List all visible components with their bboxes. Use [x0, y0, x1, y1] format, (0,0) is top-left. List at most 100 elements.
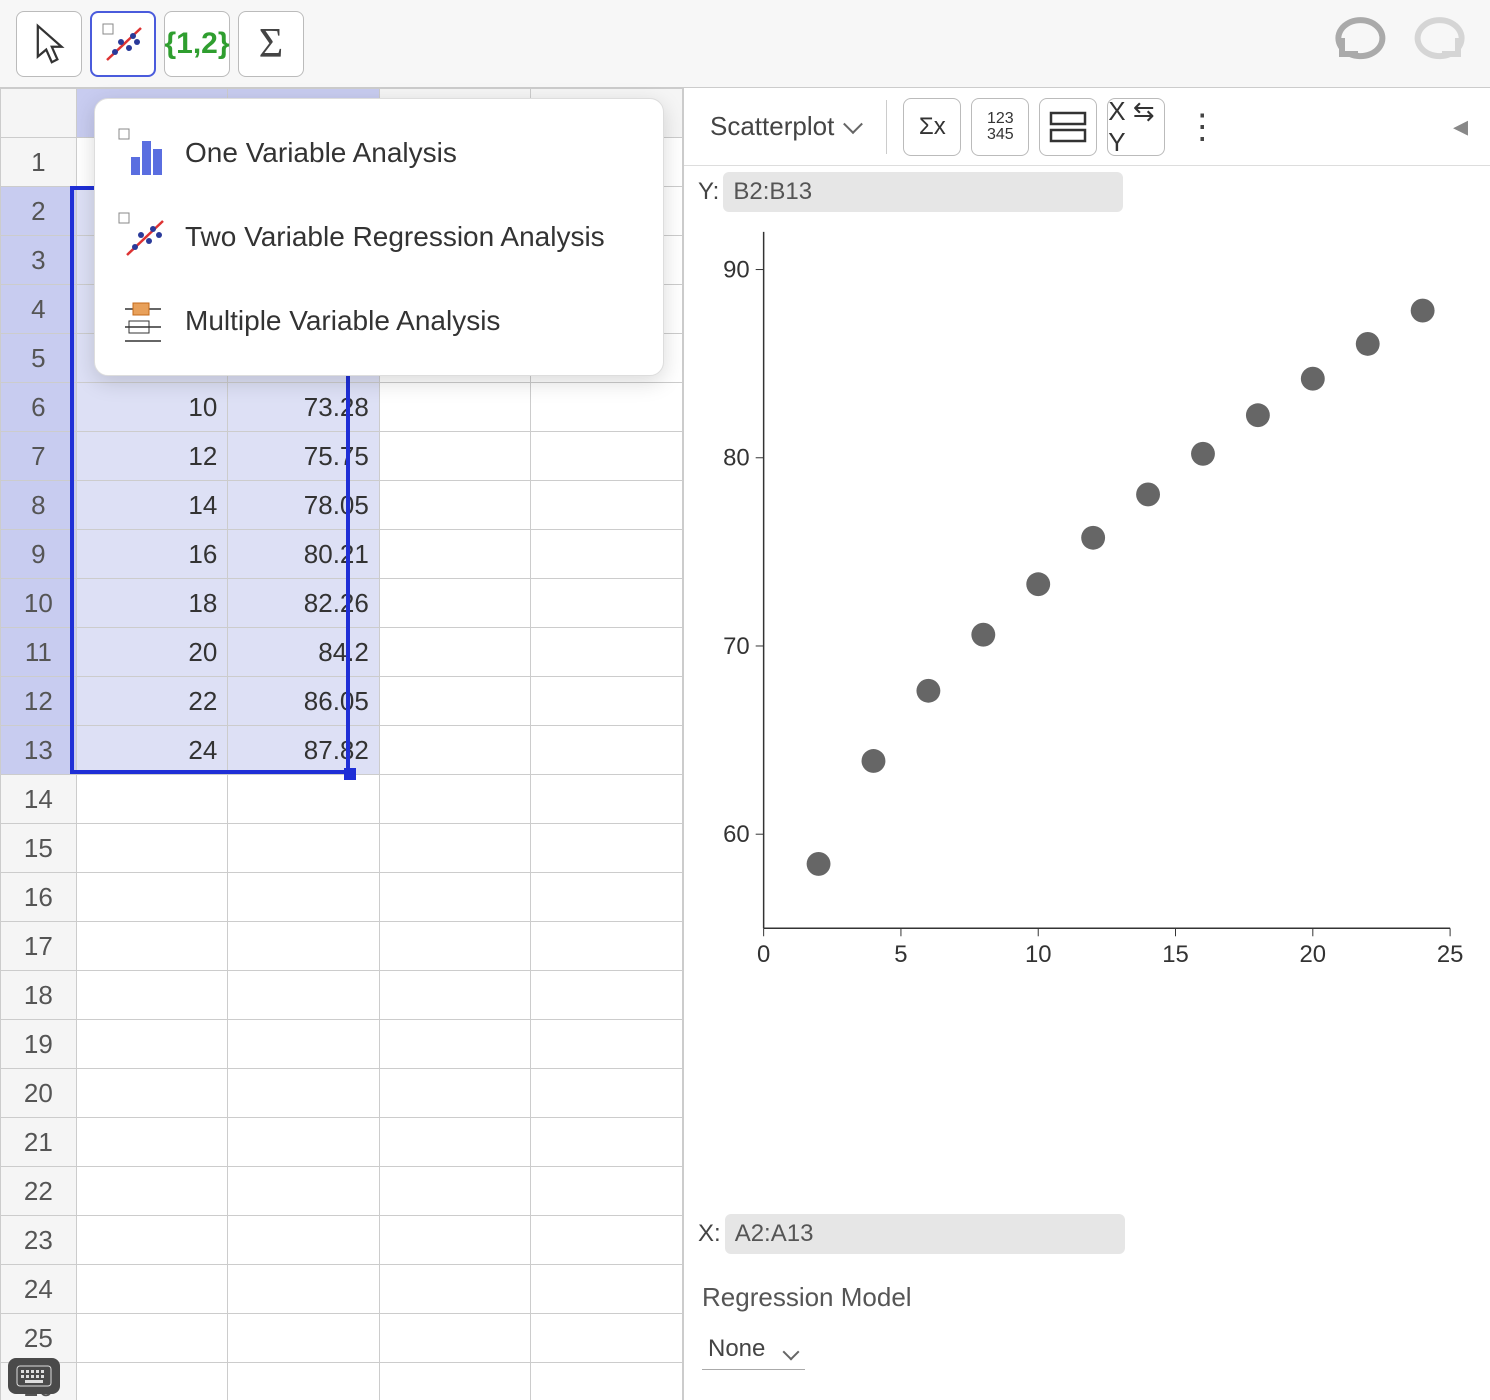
cell[interactable]	[379, 1216, 531, 1265]
row-header[interactable]: 20	[1, 1069, 77, 1118]
cell[interactable]	[531, 1265, 683, 1314]
cell[interactable]	[379, 726, 531, 775]
row-header[interactable]: 18	[1, 971, 77, 1020]
cell[interactable]	[531, 922, 683, 971]
cell[interactable]	[531, 530, 683, 579]
swap-xy-button[interactable]: X ⇆ Y	[1107, 98, 1165, 156]
cell[interactable]	[531, 1314, 683, 1363]
row-header[interactable]: 6	[1, 383, 77, 432]
cell[interactable]	[76, 1363, 228, 1400]
cell[interactable]	[379, 873, 531, 922]
cell[interactable]	[531, 1363, 683, 1400]
cell[interactable]: 80.21	[228, 530, 380, 579]
row-header[interactable]: 1	[1, 138, 77, 187]
cell[interactable]	[228, 1216, 380, 1265]
cell[interactable]	[76, 922, 228, 971]
cell[interactable]: 75.75	[228, 432, 380, 481]
move-tool-button[interactable]	[16, 11, 82, 77]
cell[interactable]	[531, 1069, 683, 1118]
cell[interactable]	[76, 1216, 228, 1265]
cell[interactable]	[228, 1363, 380, 1400]
menu-item-two-variable[interactable]: Two Variable Regression Analysis	[103, 195, 655, 279]
cell[interactable]	[76, 873, 228, 922]
cell[interactable]	[379, 775, 531, 824]
row-header[interactable]: 19	[1, 1020, 77, 1069]
cell[interactable]	[228, 922, 380, 971]
cell[interactable]: 16	[76, 530, 228, 579]
cell[interactable]: 84.2	[228, 628, 380, 677]
cell[interactable]	[379, 1167, 531, 1216]
cell[interactable]: 73.28	[228, 383, 380, 432]
row-header[interactable]: 15	[1, 824, 77, 873]
cell[interactable]	[379, 1020, 531, 1069]
cell[interactable]	[531, 824, 683, 873]
cell[interactable]	[531, 775, 683, 824]
cell[interactable]	[531, 971, 683, 1020]
cell[interactable]	[76, 775, 228, 824]
cell[interactable]	[379, 1069, 531, 1118]
row-header[interactable]: 14	[1, 775, 77, 824]
cell[interactable]: 82.26	[228, 579, 380, 628]
cell[interactable]	[379, 1265, 531, 1314]
cell[interactable]	[76, 1069, 228, 1118]
menu-item-multiple-variable[interactable]: Multiple Variable Analysis	[103, 279, 655, 363]
cell[interactable]	[76, 1020, 228, 1069]
cell[interactable]	[379, 677, 531, 726]
row-header[interactable]: 5	[1, 334, 77, 383]
cell[interactable]: 20	[76, 628, 228, 677]
cell[interactable]	[531, 873, 683, 922]
row-header[interactable]: 16	[1, 873, 77, 922]
cell[interactable]	[531, 432, 683, 481]
cell[interactable]	[379, 824, 531, 873]
cell[interactable]	[379, 481, 531, 530]
cell[interactable]	[379, 922, 531, 971]
cell[interactable]	[76, 1118, 228, 1167]
chart-type-select[interactable]: Scatterplot	[698, 103, 870, 150]
cell[interactable]	[531, 1216, 683, 1265]
cell[interactable]: 24	[76, 726, 228, 775]
cell[interactable]	[228, 971, 380, 1020]
cell[interactable]	[531, 383, 683, 432]
cell[interactable]	[379, 432, 531, 481]
cell[interactable]	[228, 1069, 380, 1118]
undo-button[interactable]	[1326, 14, 1396, 73]
menu-item-one-variable[interactable]: One Variable Analysis	[103, 111, 655, 195]
show-statistics-button[interactable]: Σx	[903, 98, 961, 156]
cell[interactable]	[379, 971, 531, 1020]
row-header[interactable]: 22	[1, 1167, 77, 1216]
more-options-button[interactable]: ⋮	[1175, 107, 1229, 147]
cell[interactable]: 10	[76, 383, 228, 432]
cell[interactable]	[531, 628, 683, 677]
row-header[interactable]: 8	[1, 481, 77, 530]
row-header[interactable]: 10	[1, 579, 77, 628]
cell[interactable]: 22	[76, 677, 228, 726]
cell[interactable]	[76, 971, 228, 1020]
cell[interactable]	[379, 383, 531, 432]
cell[interactable]: 14	[76, 481, 228, 530]
cell[interactable]	[76, 1265, 228, 1314]
collapse-pane-button[interactable]: ◂	[1433, 109, 1476, 144]
cell[interactable]	[76, 1314, 228, 1363]
cell[interactable]	[228, 1167, 380, 1216]
list-tool-button[interactable]: {1,2}	[164, 11, 230, 77]
cell[interactable]	[228, 1118, 380, 1167]
cell[interactable]	[228, 775, 380, 824]
row-header[interactable]: 25	[1, 1314, 77, 1363]
cell[interactable]	[379, 1314, 531, 1363]
layout-toggle-button[interactable]	[1039, 98, 1097, 156]
row-header[interactable]: 7	[1, 432, 77, 481]
cell[interactable]	[379, 628, 531, 677]
row-header[interactable]: 12	[1, 677, 77, 726]
scatterplot[interactable]: 051015202560708090	[694, 212, 1470, 988]
row-header[interactable]: 21	[1, 1118, 77, 1167]
cell[interactable]	[379, 530, 531, 579]
cell[interactable]	[379, 1118, 531, 1167]
cell[interactable]	[531, 1020, 683, 1069]
show-data-button[interactable]: 123 345	[971, 98, 1029, 156]
row-header[interactable]: 13	[1, 726, 77, 775]
cell[interactable]: 12	[76, 432, 228, 481]
row-header[interactable]: 23	[1, 1216, 77, 1265]
row-header[interactable]: 11	[1, 628, 77, 677]
row-header[interactable]: 2	[1, 187, 77, 236]
y-range-input[interactable]: B2:B13	[723, 172, 1123, 212]
